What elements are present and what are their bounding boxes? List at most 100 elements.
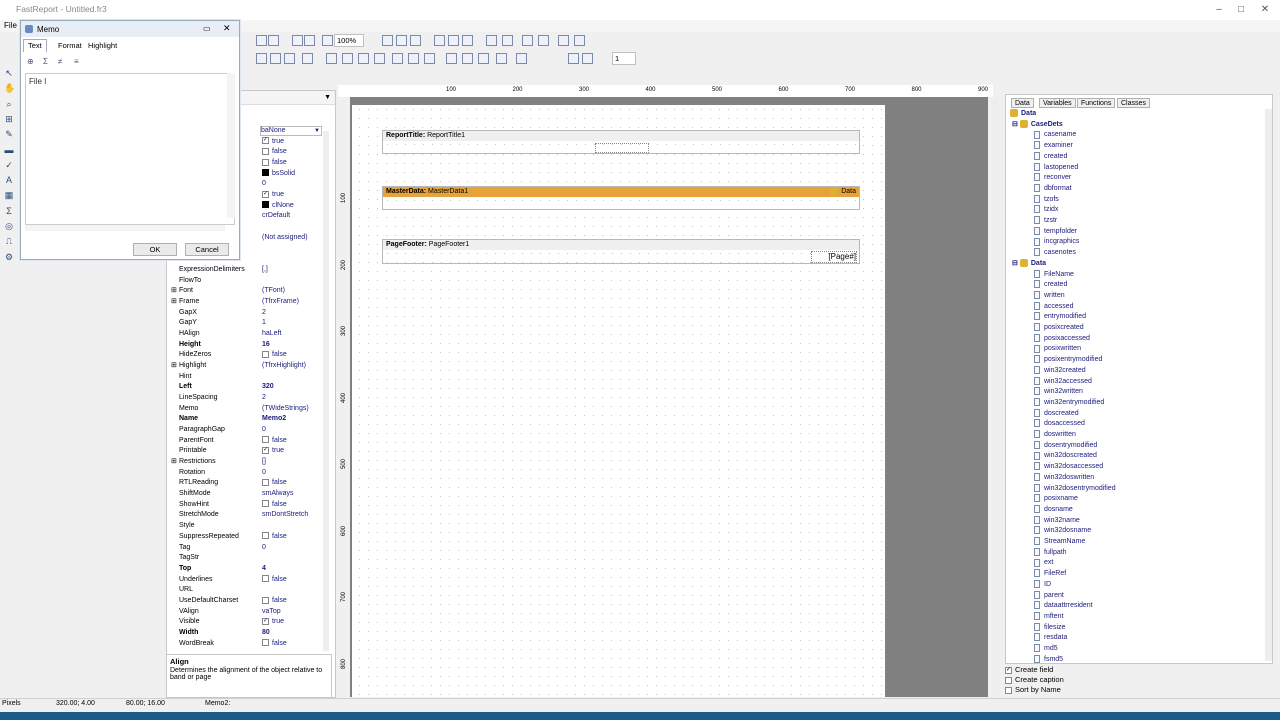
property-value[interactable]: crDefault — [262, 211, 290, 222]
memo2-object[interactable] — [595, 143, 649, 153]
format-button-icon[interactable] — [284, 53, 295, 64]
tree-field[interactable]: win32dosentrymodified — [1034, 483, 1116, 495]
close-icon[interactable]: ✕ — [1258, 4, 1272, 16]
checkbox[interactable] — [262, 500, 269, 508]
property-value[interactable]: (TfrxFrame) — [262, 297, 299, 308]
tree-field[interactable]: md5 — [1034, 644, 1058, 655]
property-row[interactable]: UseDefaultCharset false — [167, 596, 327, 607]
property-value[interactable]: (TfrxHighlight) — [262, 361, 306, 372]
tab-data[interactable]: Data — [1011, 98, 1034, 108]
toolbar-button-icon[interactable] — [322, 35, 333, 46]
property-value[interactable]: false — [262, 158, 287, 169]
barcode-icon[interactable]: ⎍ — [4, 236, 14, 246]
tree-field[interactable]: ext — [1034, 558, 1053, 569]
ok-button[interactable]: OK — [133, 243, 177, 256]
property-row[interactable]: Printable ✓ true — [167, 446, 327, 457]
property-value[interactable]: [,] — [262, 265, 268, 276]
insert-expression-icon[interactable]: ⊕ — [27, 57, 34, 66]
tree-field[interactable]: FileRef — [1034, 569, 1066, 580]
toolbar-button-icon[interactable] — [538, 35, 549, 46]
minimize-icon[interactable]: – — [1212, 4, 1226, 16]
format-button-icon[interactable] — [462, 53, 473, 64]
tree-field[interactable]: win32written — [1034, 387, 1083, 398]
property-value[interactable]: 0 — [262, 468, 266, 479]
property-value[interactable]: (TFont) — [262, 286, 285, 297]
memo-hscroll[interactable] — [25, 225, 225, 231]
tree-field[interactable]: entrymodified — [1034, 312, 1086, 323]
format-button-icon[interactable] — [568, 53, 579, 64]
tree-field[interactable]: casename — [1034, 130, 1076, 141]
property-value[interactable]: 0 — [262, 425, 266, 436]
insert-format-icon[interactable]: ≠ — [58, 57, 62, 66]
property-row[interactable]: RTLReading false — [167, 478, 327, 489]
property-row[interactable]: HideZeros false — [167, 350, 327, 361]
property-value[interactable]: 4 — [262, 564, 266, 575]
tree-field[interactable]: lastopened — [1034, 162, 1078, 174]
checkbox-checked[interactable]: ✓ — [262, 137, 269, 145]
line-icon[interactable]: ▬ — [4, 145, 14, 155]
tree-field[interactable]: posixname — [1034, 494, 1078, 505]
checkbox[interactable] — [262, 532, 269, 540]
tree-field[interactable]: posixentrymodified — [1034, 355, 1102, 366]
picture-icon[interactable]: ▦ — [4, 190, 14, 200]
format-button-icon[interactable] — [408, 53, 419, 64]
checkbox-checked[interactable]: ✓ — [262, 190, 269, 198]
expand-icon[interactable]: ⊞ — [171, 457, 177, 468]
property-row[interactable]: WordBreak false — [167, 639, 327, 650]
format-button-icon[interactable] — [374, 53, 385, 64]
tree-field[interactable]: dataattrresident — [1034, 601, 1093, 612]
format-button-icon[interactable] — [582, 53, 593, 64]
tree-field[interactable]: dosentrymodified — [1034, 440, 1097, 452]
tree-field[interactable]: incgraphics — [1034, 237, 1079, 248]
report-page[interactable]: ReportTitle: ReportTitle1 MasterData: Ma… — [352, 105, 885, 697]
collapse-icon[interactable]: ⊟ — [1012, 260, 1018, 267]
band-master-data[interactable]: MasterData: MasterData1 Data — [382, 186, 860, 210]
collapse-icon[interactable]: ⊟ — [1012, 121, 1018, 128]
expand-icon[interactable]: ⊞ — [171, 286, 177, 297]
property-row[interactable]: FlowTo — [167, 276, 327, 287]
property-row[interactable]: VAlign vaTop — [167, 607, 327, 618]
tree-group[interactable]: ⊟ Data — [1012, 258, 1046, 270]
toolbar-button-icon[interactable] — [396, 35, 407, 46]
tree-field[interactable]: win32doswritten — [1034, 472, 1094, 484]
property-value[interactable]: ✓ true — [262, 190, 284, 201]
property-value[interactable]: 1 — [262, 318, 266, 329]
tree-field[interactable]: tzstr — [1034, 216, 1057, 227]
property-row[interactable]: ShiftMode smAlways — [167, 489, 327, 500]
menu-file[interactable]: File — [4, 21, 17, 30]
tree-field[interactable]: casenotes — [1034, 248, 1076, 259]
property-value[interactable]: false — [262, 639, 287, 650]
tree-field[interactable]: FileName — [1034, 269, 1074, 281]
tree-scrollbar[interactable] — [1265, 109, 1272, 661]
memo-vscroll[interactable] — [227, 73, 235, 218]
tree-field[interactable]: StreamName — [1034, 537, 1085, 548]
property-value[interactable]: 80 — [262, 628, 270, 639]
format-button-icon[interactable] — [516, 53, 527, 64]
memo-text-area[interactable]: File I — [25, 73, 235, 225]
property-row[interactable]: SuppressRepeated false — [167, 532, 327, 543]
property-value[interactable]: ✓ true — [262, 137, 284, 148]
tree-field[interactable]: filesize — [1034, 622, 1065, 634]
property-value[interactable]: false — [262, 478, 287, 489]
toolbar-button-icon[interactable] — [434, 35, 445, 46]
property-row[interactable]: Height 16 — [167, 340, 327, 351]
tree-field[interactable]: mftent — [1034, 612, 1063, 623]
tree-field[interactable]: win32accessed — [1034, 376, 1092, 388]
tab-format[interactable]: Format — [53, 39, 87, 52]
tab-text[interactable]: Text — [23, 39, 47, 52]
tree-field[interactable]: dbformat — [1034, 184, 1072, 195]
tree-field[interactable]: win32doscreated — [1034, 451, 1097, 462]
property-row[interactable]: LineSpacing 2 — [167, 393, 327, 404]
frame-width-combo[interactable]: 1 — [612, 52, 636, 65]
band-report-title[interactable]: ReportTitle: ReportTitle1 — [382, 130, 860, 154]
property-row[interactable]: GapX 2 — [167, 308, 327, 319]
zoom-icon[interactable]: ⌕ — [4, 99, 14, 109]
tree-field[interactable]: accessed — [1034, 301, 1074, 313]
checkbox[interactable] — [262, 575, 269, 583]
toolbar-button-icon[interactable] — [462, 35, 473, 46]
property-row[interactable]: Hint — [167, 372, 327, 383]
tree-field[interactable]: tempfolder — [1034, 226, 1077, 238]
toolbar-button-icon[interactable] — [382, 35, 393, 46]
property-row[interactable]: Visible ✓ true — [167, 617, 327, 628]
format-button-icon[interactable] — [302, 53, 313, 64]
